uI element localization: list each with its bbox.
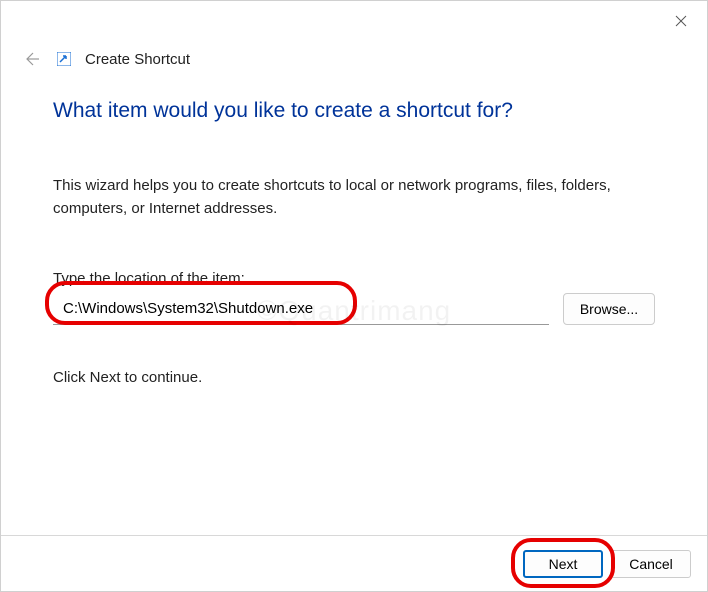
cancel-button[interactable]: Cancel — [611, 550, 691, 578]
continue-instruction: Click Next to continue. — [53, 369, 655, 386]
back-button[interactable] — [21, 49, 41, 69]
input-row: Browse... — [53, 293, 655, 325]
wizard-description: This wizard helps you to create shortcut… — [53, 175, 655, 220]
next-button[interactable]: Next — [523, 550, 603, 578]
location-input[interactable] — [53, 293, 549, 325]
close-icon — [675, 15, 687, 27]
dialog-header: Create Shortcut — [1, 1, 707, 69]
browse-button[interactable]: Browse... — [563, 293, 655, 325]
dialog-content: What item would you like to create a sho… — [1, 69, 707, 386]
close-button[interactable] — [673, 13, 689, 29]
button-bar: Next Cancel — [1, 535, 707, 591]
back-arrow-icon — [21, 49, 41, 69]
main-heading: What item would you like to create a sho… — [53, 99, 655, 123]
shortcut-icon — [57, 52, 71, 66]
dialog-title: Create Shortcut — [85, 51, 190, 68]
location-label: Type the location of the item: — [53, 270, 655, 287]
create-shortcut-dialog: Create Shortcut What item would you like… — [0, 0, 708, 592]
